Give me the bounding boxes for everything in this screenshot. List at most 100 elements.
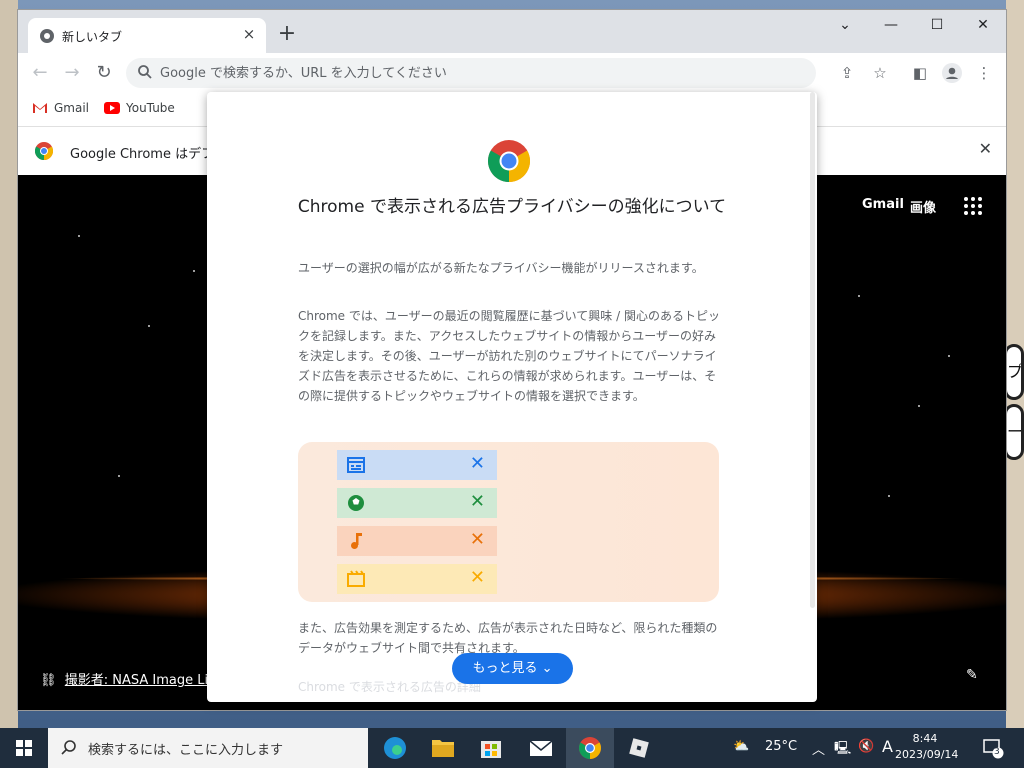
star <box>118 475 120 477</box>
tab-search-button[interactable]: ⌄ <box>822 10 868 42</box>
customize-pencil-icon[interactable]: ✎ <box>966 667 978 683</box>
chrome-icon <box>579 737 601 759</box>
link-icon: ⛓ <box>40 673 57 688</box>
bookmark-star-icon[interactable]: ☆ <box>868 61 892 85</box>
side-panel-icon[interactable]: ◧ <box>908 61 932 85</box>
taskbar-chrome[interactable] <box>566 728 614 768</box>
calendar-icon <box>347 457 365 473</box>
forward-arrow-icon[interactable]: → <box>60 61 84 85</box>
more-button[interactable]: もっと見る ⌄ <box>452 653 573 684</box>
star <box>148 325 150 327</box>
notification-icon[interactable] <box>982 737 1004 759</box>
taskbar-file-explorer[interactable] <box>419 728 467 768</box>
chrome-tab-icon <box>40 29 54 43</box>
close-window-button[interactable]: ✕ <box>960 10 1006 42</box>
dialog-paragraph-3: また、広告効果を測定するため、広告が表示された日時など、限られた種類のデータがウ… <box>298 621 718 655</box>
dialog-paragraph-2: Chrome では、ユーザーの最近の閲覧履歴に基づいて興味 / 関心のあるトピッ… <box>298 309 720 403</box>
weather-icon[interactable]: ⛅ <box>733 739 749 754</box>
chrome-logo-icon <box>488 140 530 182</box>
menu-kebab-icon[interactable]: ⋮ <box>972 61 996 85</box>
taskbar-roblox[interactable] <box>615 728 663 768</box>
back-arrow-icon[interactable]: ← <box>28 61 52 85</box>
new-tab-button[interactable]: + <box>276 23 298 46</box>
reload-icon[interactable]: ↻ <box>92 61 116 85</box>
topic-row-calendar: ✕ <box>337 450 497 480</box>
side-button-2[interactable]: ー <box>1004 404 1024 460</box>
clock-time: 8:44 <box>912 732 938 745</box>
store-icon <box>481 741 501 758</box>
minimize-button[interactable]: — <box>868 10 914 42</box>
star <box>193 270 195 272</box>
tab-title: 新しいタブ <box>62 30 123 44</box>
tab-new-tab[interactable]: 新しいタブ × <box>28 18 266 53</box>
taskbar-search-box[interactable]: 検索するには、ここに入力します <box>48 728 368 768</box>
chrome-logo-icon <box>35 142 53 160</box>
star <box>858 295 860 297</box>
taskbar-mail[interactable] <box>517 728 565 768</box>
youtube-icon <box>104 102 120 114</box>
remove-topic-icon: ✕ <box>469 567 485 588</box>
side-button-2-label: ー <box>1007 422 1024 441</box>
dialog-scrollbar[interactable] <box>810 92 815 608</box>
film-icon <box>347 570 365 587</box>
remove-topic-icon: ✕ <box>469 491 485 512</box>
bookmark-gmail[interactable]: Gmail <box>32 101 89 115</box>
notification-count: 3 <box>994 747 1000 757</box>
star <box>888 495 890 497</box>
star <box>78 235 80 237</box>
network-icon[interactable]: 🖳 <box>834 739 851 761</box>
omnibox-input[interactable] <box>160 63 800 83</box>
gmail-icon <box>33 103 47 113</box>
dialog-faded-heading: Chrome で表示される広告の詳細 <box>298 680 481 694</box>
desktop-left-strip <box>0 0 18 728</box>
topic-row-music: ✕ <box>337 526 497 556</box>
weather-temp[interactable]: 25°C <box>765 739 797 754</box>
tab-close-icon[interactable]: × <box>240 25 258 43</box>
soccer-ball-icon <box>348 495 364 511</box>
mail-icon <box>529 740 553 756</box>
gmail-link[interactable]: Gmail <box>862 197 904 212</box>
ime-indicator[interactable]: A <box>882 737 893 756</box>
clock-date: 2023/09/14 <box>895 748 959 761</box>
photo-credit[interactable]: ⛓ 撮影者: NASA Image Li <box>40 669 208 688</box>
chevron-down-icon: ⌄ <box>541 661 553 676</box>
dialog-paragraph-1: ユーザーの選択の幅が広がる新たなプライバシー機能がリリースされます。 <box>298 261 704 275</box>
search-icon <box>61 740 76 755</box>
title-bar: 新しいタブ × + ⌄ — ☐ ✕ <box>18 10 1006 53</box>
topic-row-film: ✕ <box>337 564 497 594</box>
taskbar-store[interactable] <box>467 728 515 768</box>
taskbar-clock[interactable]: 8:44 2023/09/14 <box>895 731 959 763</box>
star <box>918 405 920 407</box>
music-note-icon <box>351 533 362 549</box>
omnibox[interactable] <box>126 58 816 88</box>
side-button-1[interactable]: プ <box>1004 344 1024 400</box>
photo-credit-label: 撮影者: NASA Image Li <box>64 673 209 688</box>
side-button-1-label: プ <box>1007 362 1024 381</box>
images-link[interactable]: 画像 <box>910 197 936 216</box>
bookmark-youtube[interactable]: YouTube <box>104 101 175 115</box>
apps-grid-icon[interactable] <box>964 197 982 215</box>
share-icon[interactable]: ⇪ <box>835 61 859 85</box>
edge-icon <box>384 737 406 759</box>
profile-avatar-icon[interactable] <box>940 61 964 85</box>
ad-privacy-dialog: Chrome で表示される広告プライバシーの強化について ユーザーの選択の幅が広… <box>207 92 817 702</box>
search-icon <box>138 65 152 79</box>
taskbar-search-placeholder: 検索するには、ここに入力します <box>88 743 284 758</box>
windows-taskbar: 検索するには、ここに入力します ⛅ 25°C ︿ 🖳 🔇 A 8:44 2023/… <box>0 728 1024 768</box>
bookmark-gmail-label: Gmail <box>54 101 90 115</box>
taskbar-edge[interactable] <box>371 728 419 768</box>
remove-topic-icon: ✕ <box>469 453 485 474</box>
folder-icon <box>432 740 454 757</box>
remove-topic-icon: ✕ <box>469 529 485 550</box>
tray-chevron-icon[interactable]: ︿ <box>812 739 825 758</box>
more-button-label: もっと見る <box>472 661 538 676</box>
topic-row-sports: ✕ <box>337 488 497 518</box>
infobar-close-icon[interactable]: ✕ <box>979 139 992 158</box>
volume-muted-icon[interactable]: 🔇 <box>858 739 874 754</box>
maximize-button[interactable]: ☐ <box>914 10 960 42</box>
bookmark-youtube-label: YouTube <box>126 101 175 115</box>
windows-start-icon[interactable] <box>0 728 48 768</box>
dialog-title: Chrome で表示される広告プライバシーの強化について <box>297 197 727 217</box>
star <box>948 355 950 357</box>
roblox-icon <box>629 738 649 758</box>
